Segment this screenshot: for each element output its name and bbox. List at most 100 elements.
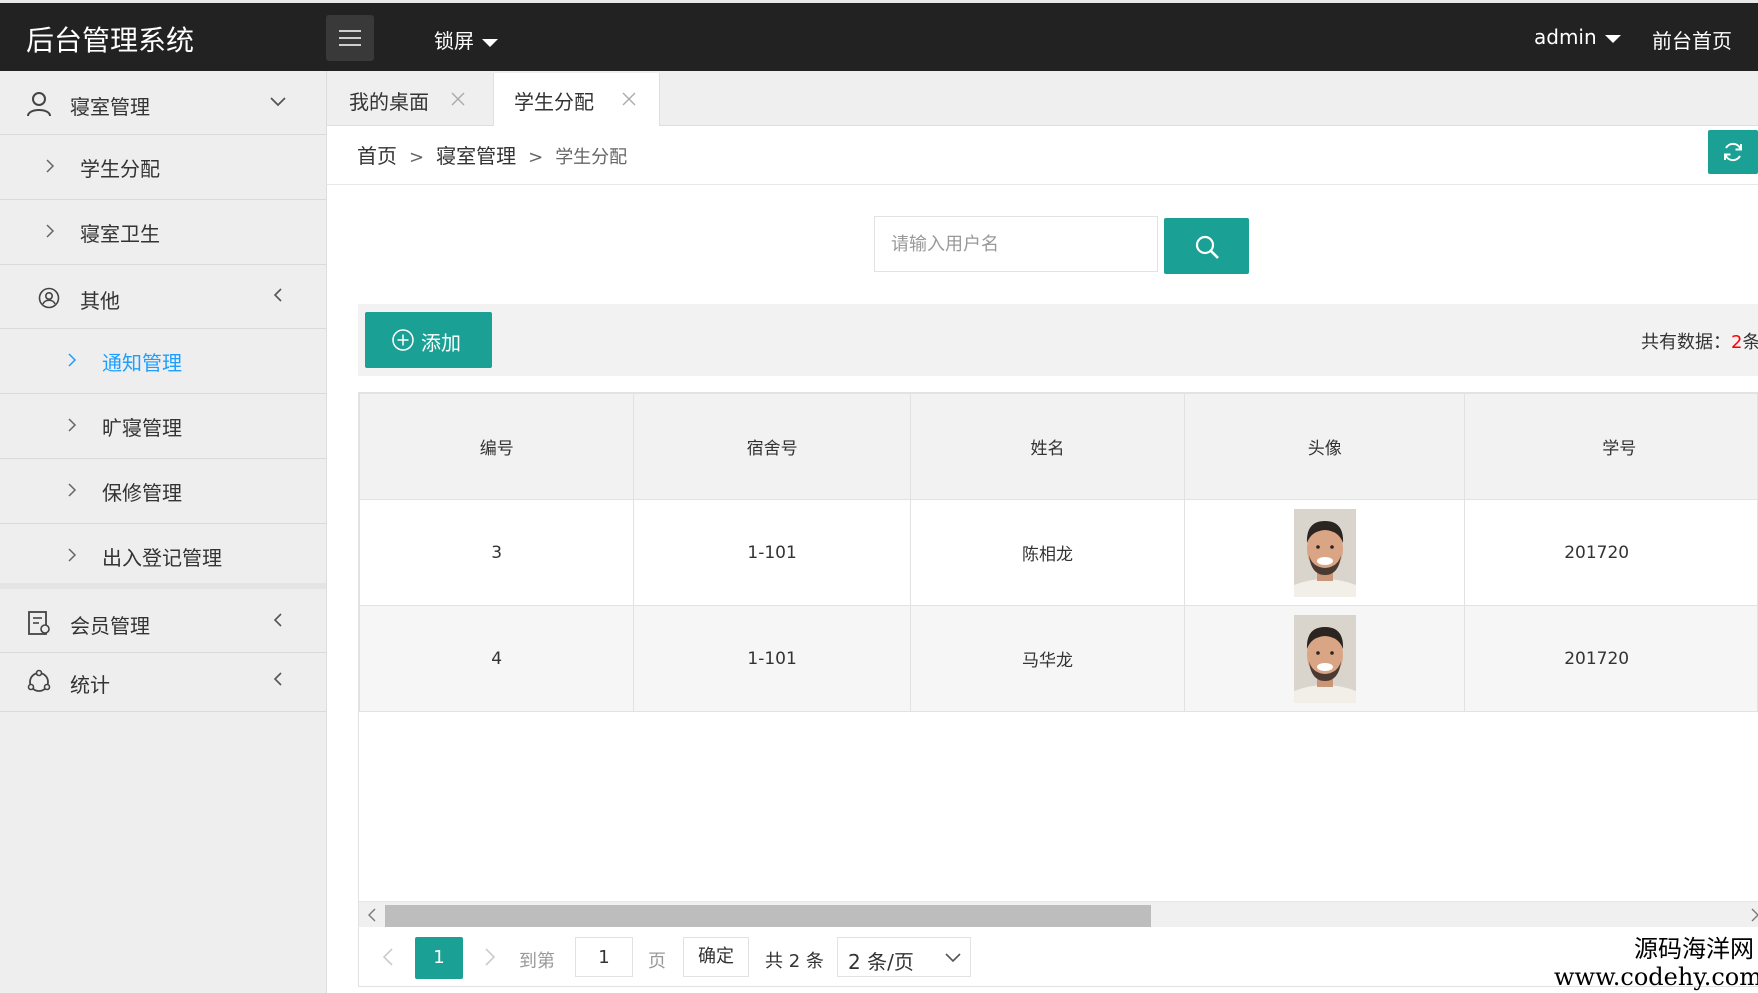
menu-toggle-button[interactable] bbox=[326, 15, 374, 61]
total-count: 2 bbox=[1731, 332, 1743, 353]
scroll-right-icon[interactable] bbox=[1749, 908, 1758, 922]
add-circle-icon bbox=[392, 329, 414, 351]
next-page-icon[interactable] bbox=[483, 947, 497, 967]
caret-down-icon bbox=[482, 38, 498, 47]
tab-label: 学生分配 bbox=[514, 90, 594, 114]
watermark-line2: www.codehy.com bbox=[1554, 963, 1758, 991]
close-icon[interactable] bbox=[620, 90, 638, 108]
user-circle-icon bbox=[38, 287, 60, 309]
chevron-right-icon bbox=[46, 224, 55, 238]
sidebar-group-label: 寝室管理 bbox=[70, 95, 150, 119]
cell-student-no: 201720 bbox=[1464, 499, 1758, 606]
pagination: 1 到第 页 确定 共 2 条 2 条/页 bbox=[359, 927, 1758, 986]
lock-screen-label: 锁屏 bbox=[434, 29, 474, 53]
user-name: admin bbox=[1534, 25, 1597, 49]
front-home-link[interactable]: 前台首页 bbox=[1652, 25, 1732, 54]
add-button-label: 添加 bbox=[421, 331, 461, 355]
chevron-down-icon bbox=[270, 97, 286, 107]
refresh-button[interactable] bbox=[1708, 130, 1758, 174]
watermark: 源码海洋网 www.codehy.com bbox=[1554, 935, 1758, 991]
cell-name: 陈相龙 bbox=[909, 499, 1186, 606]
sidebar-group-dorm[interactable]: 寝室管理 bbox=[0, 71, 326, 135]
cell-student-no: 201720 bbox=[1464, 605, 1758, 712]
data-table-container: 编号 宿舍号 姓名 头像 学号 3 1-101 陈相龙 201720 4 1-1… bbox=[358, 392, 1758, 987]
user-menu[interactable]: admin bbox=[1534, 25, 1621, 49]
add-button[interactable]: 添加 bbox=[365, 312, 492, 368]
sidebar-item-notice[interactable]: 通知管理 bbox=[0, 329, 326, 394]
scrollbar-thumb[interactable] bbox=[385, 905, 1151, 927]
search-input[interactable] bbox=[874, 216, 1158, 272]
chevron-right-icon bbox=[68, 483, 77, 497]
sidebar-item-label: 保修管理 bbox=[102, 481, 182, 505]
total-prefix: 共有数据： bbox=[1641, 332, 1731, 353]
total-records-label: 共 2 条 bbox=[765, 951, 824, 972]
sidebar-group-label: 统计 bbox=[70, 673, 110, 697]
divider bbox=[327, 184, 1758, 185]
sidebar-item-label: 寝室卫生 bbox=[80, 222, 160, 246]
confirm-page-button[interactable]: 确定 bbox=[683, 937, 749, 977]
chevron-left-icon bbox=[273, 672, 282, 686]
column-header: 编号 bbox=[359, 393, 635, 500]
avatar bbox=[1293, 614, 1356, 703]
page-size-select[interactable]: 2 条/页 bbox=[837, 937, 971, 977]
top-header: 后台管理系统 锁屏 admin 前台首页 bbox=[0, 0, 1758, 71]
chevron-down-icon bbox=[945, 953, 961, 963]
close-icon[interactable] bbox=[449, 90, 467, 108]
refresh-icon bbox=[1724, 142, 1742, 162]
chevron-left-icon bbox=[273, 613, 282, 627]
tab-label: 我的桌面 bbox=[349, 90, 429, 114]
tab-my-desktop[interactable]: 我的桌面 bbox=[327, 73, 493, 125]
caret-down-icon bbox=[1604, 34, 1621, 43]
sidebar-item-absence[interactable]: 旷寝管理 bbox=[0, 394, 326, 459]
sidebar-item-student-assign[interactable]: 学生分配 bbox=[0, 135, 326, 200]
cell-id: 3 bbox=[359, 499, 635, 606]
sidebar-item-label: 学生分配 bbox=[80, 157, 160, 181]
lock-screen-menu[interactable]: 锁屏 bbox=[434, 25, 498, 54]
horizontal-scrollbar[interactable] bbox=[359, 901, 1758, 928]
column-header: 头像 bbox=[1184, 393, 1466, 500]
chevron-left-icon bbox=[273, 288, 282, 302]
page-unit-label: 页 bbox=[648, 951, 666, 972]
cell-avatar bbox=[1184, 605, 1466, 712]
cell-room: 1-101 bbox=[633, 605, 911, 712]
data-table: 编号 宿舍号 姓名 头像 学号 3 1-101 陈相龙 201720 4 1-1… bbox=[359, 393, 1758, 712]
chevron-right-icon bbox=[68, 418, 77, 432]
cell-room: 1-101 bbox=[633, 499, 911, 606]
column-header: 宿舍号 bbox=[633, 393, 911, 500]
sidebar-item-label: 通知管理 bbox=[102, 351, 182, 375]
total-suffix: 条 bbox=[1742, 332, 1758, 353]
sidebar-item-dorm-hygiene[interactable]: 寝室卫生 bbox=[0, 200, 326, 265]
tab-bar: 我的桌面 学生分配 bbox=[327, 71, 1758, 126]
chevron-right-icon bbox=[68, 548, 77, 562]
scroll-left-icon[interactable] bbox=[366, 908, 378, 922]
table-row[interactable]: 4 1-101 马华龙 201720 bbox=[359, 605, 1758, 712]
prev-page-icon[interactable] bbox=[381, 947, 395, 967]
breadcrumb-home[interactable]: 首页 bbox=[357, 144, 397, 168]
sidebar-item-access-log[interactable]: 出入登记管理 bbox=[0, 524, 326, 589]
breadcrumb-section[interactable]: 寝室管理 bbox=[436, 144, 516, 168]
sidebar-item-repair[interactable]: 保修管理 bbox=[0, 459, 326, 524]
sidebar-item-label: 旷寝管理 bbox=[102, 416, 182, 440]
cell-avatar bbox=[1184, 499, 1466, 606]
member-card-icon bbox=[28, 611, 50, 635]
table-header-row: 编号 宿舍号 姓名 头像 学号 bbox=[359, 393, 1758, 500]
current-page-button[interactable]: 1 bbox=[415, 937, 463, 979]
search-button[interactable] bbox=[1164, 218, 1249, 274]
page-input[interactable] bbox=[575, 937, 633, 977]
tab-student-assign[interactable]: 学生分配 bbox=[493, 73, 660, 126]
goto-label: 到第 bbox=[519, 951, 555, 972]
sidebar-group-label: 其他 bbox=[80, 289, 120, 313]
breadcrumb-separator: > bbox=[528, 147, 544, 168]
breadcrumb: 首页 > 寝室管理 > 学生分配 bbox=[357, 140, 627, 169]
cell-id: 4 bbox=[359, 605, 635, 712]
sidebar-group-label: 会员管理 bbox=[70, 614, 150, 638]
toolbar: 添加 共有数据：2条 bbox=[358, 304, 1758, 376]
user-icon bbox=[27, 92, 51, 117]
sidebar-group-other[interactable]: 其他 bbox=[0, 265, 326, 329]
table-row[interactable]: 3 1-101 陈相龙 201720 bbox=[359, 499, 1758, 606]
sidebar-group-stats[interactable]: 统计 bbox=[0, 653, 326, 712]
sidebar-item-label: 出入登记管理 bbox=[102, 546, 222, 570]
sidebar-group-members[interactable]: 会员管理 bbox=[0, 594, 326, 653]
breadcrumb-separator: > bbox=[409, 147, 425, 168]
watermark-line1: 源码海洋网 bbox=[1634, 935, 1754, 963]
